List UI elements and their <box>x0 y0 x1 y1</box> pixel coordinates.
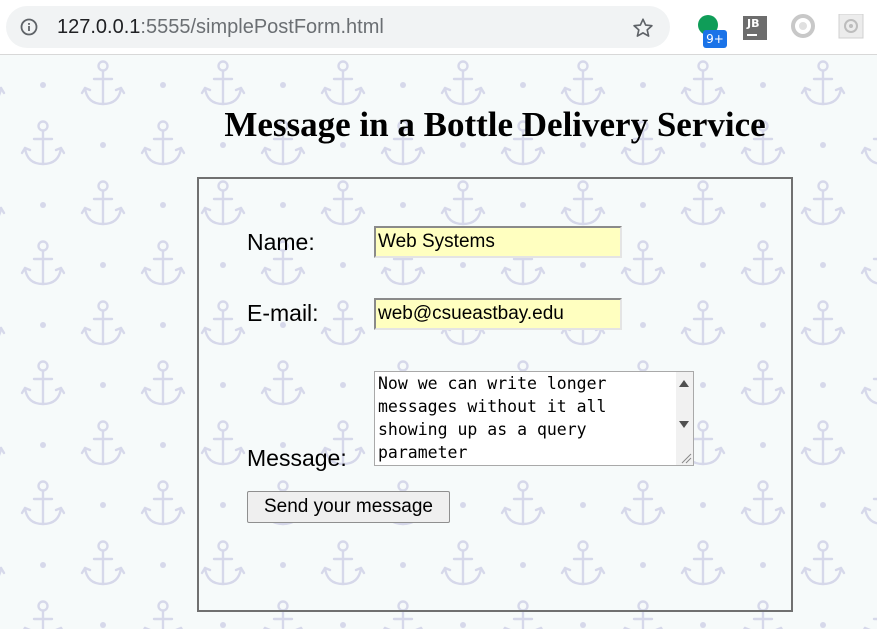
resize-grip-icon[interactable] <box>680 452 692 464</box>
scroll-up-arrow-icon[interactable] <box>679 380 689 387</box>
info-icon[interactable] <box>20 18 38 36</box>
scroll-down-arrow-icon[interactable] <box>679 421 689 428</box>
extension-circle-icon[interactable] <box>790 14 816 40</box>
url-host: 127.0.0.1 <box>57 16 141 38</box>
message-textarea[interactable]: Now we can write longer messages without… <box>375 372 675 465</box>
url-path: :5555/simplePostForm.html <box>140 16 384 38</box>
jetbrains-extension-icon[interactable]: JB <box>743 16 767 40</box>
message-form: Name: E-mail: Message: Now we can write … <box>197 177 793 612</box>
name-label: Name: <box>247 229 315 255</box>
extension-badge: 9+ <box>703 30 727 48</box>
message-textarea-container: Now we can write longer messages without… <box>374 371 694 466</box>
email-input[interactable] <box>374 298 622 330</box>
address-bar[interactable]: 127.0.0.1:5555/simplePostForm.html <box>6 6 670 48</box>
message-label: Message: <box>247 445 347 471</box>
bookmark-star-icon[interactable] <box>632 17 654 39</box>
page-title: Message in a Bottle Delivery Service <box>224 105 766 144</box>
name-input[interactable] <box>374 226 622 258</box>
browser-toolbar: 127.0.0.1:5555/simplePostForm.html 9+ JB <box>0 0 877 55</box>
send-message-button[interactable]: Send your message <box>247 491 450 523</box>
url-text[interactable]: 127.0.0.1:5555/simplePostForm.html <box>57 16 384 38</box>
email-label: E-mail: <box>247 300 319 326</box>
extension-gear-icon[interactable] <box>838 14 864 40</box>
jb-label: JB <box>747 17 760 30</box>
page-content: Message in a Bottle Delivery Service Nam… <box>0 56 877 629</box>
